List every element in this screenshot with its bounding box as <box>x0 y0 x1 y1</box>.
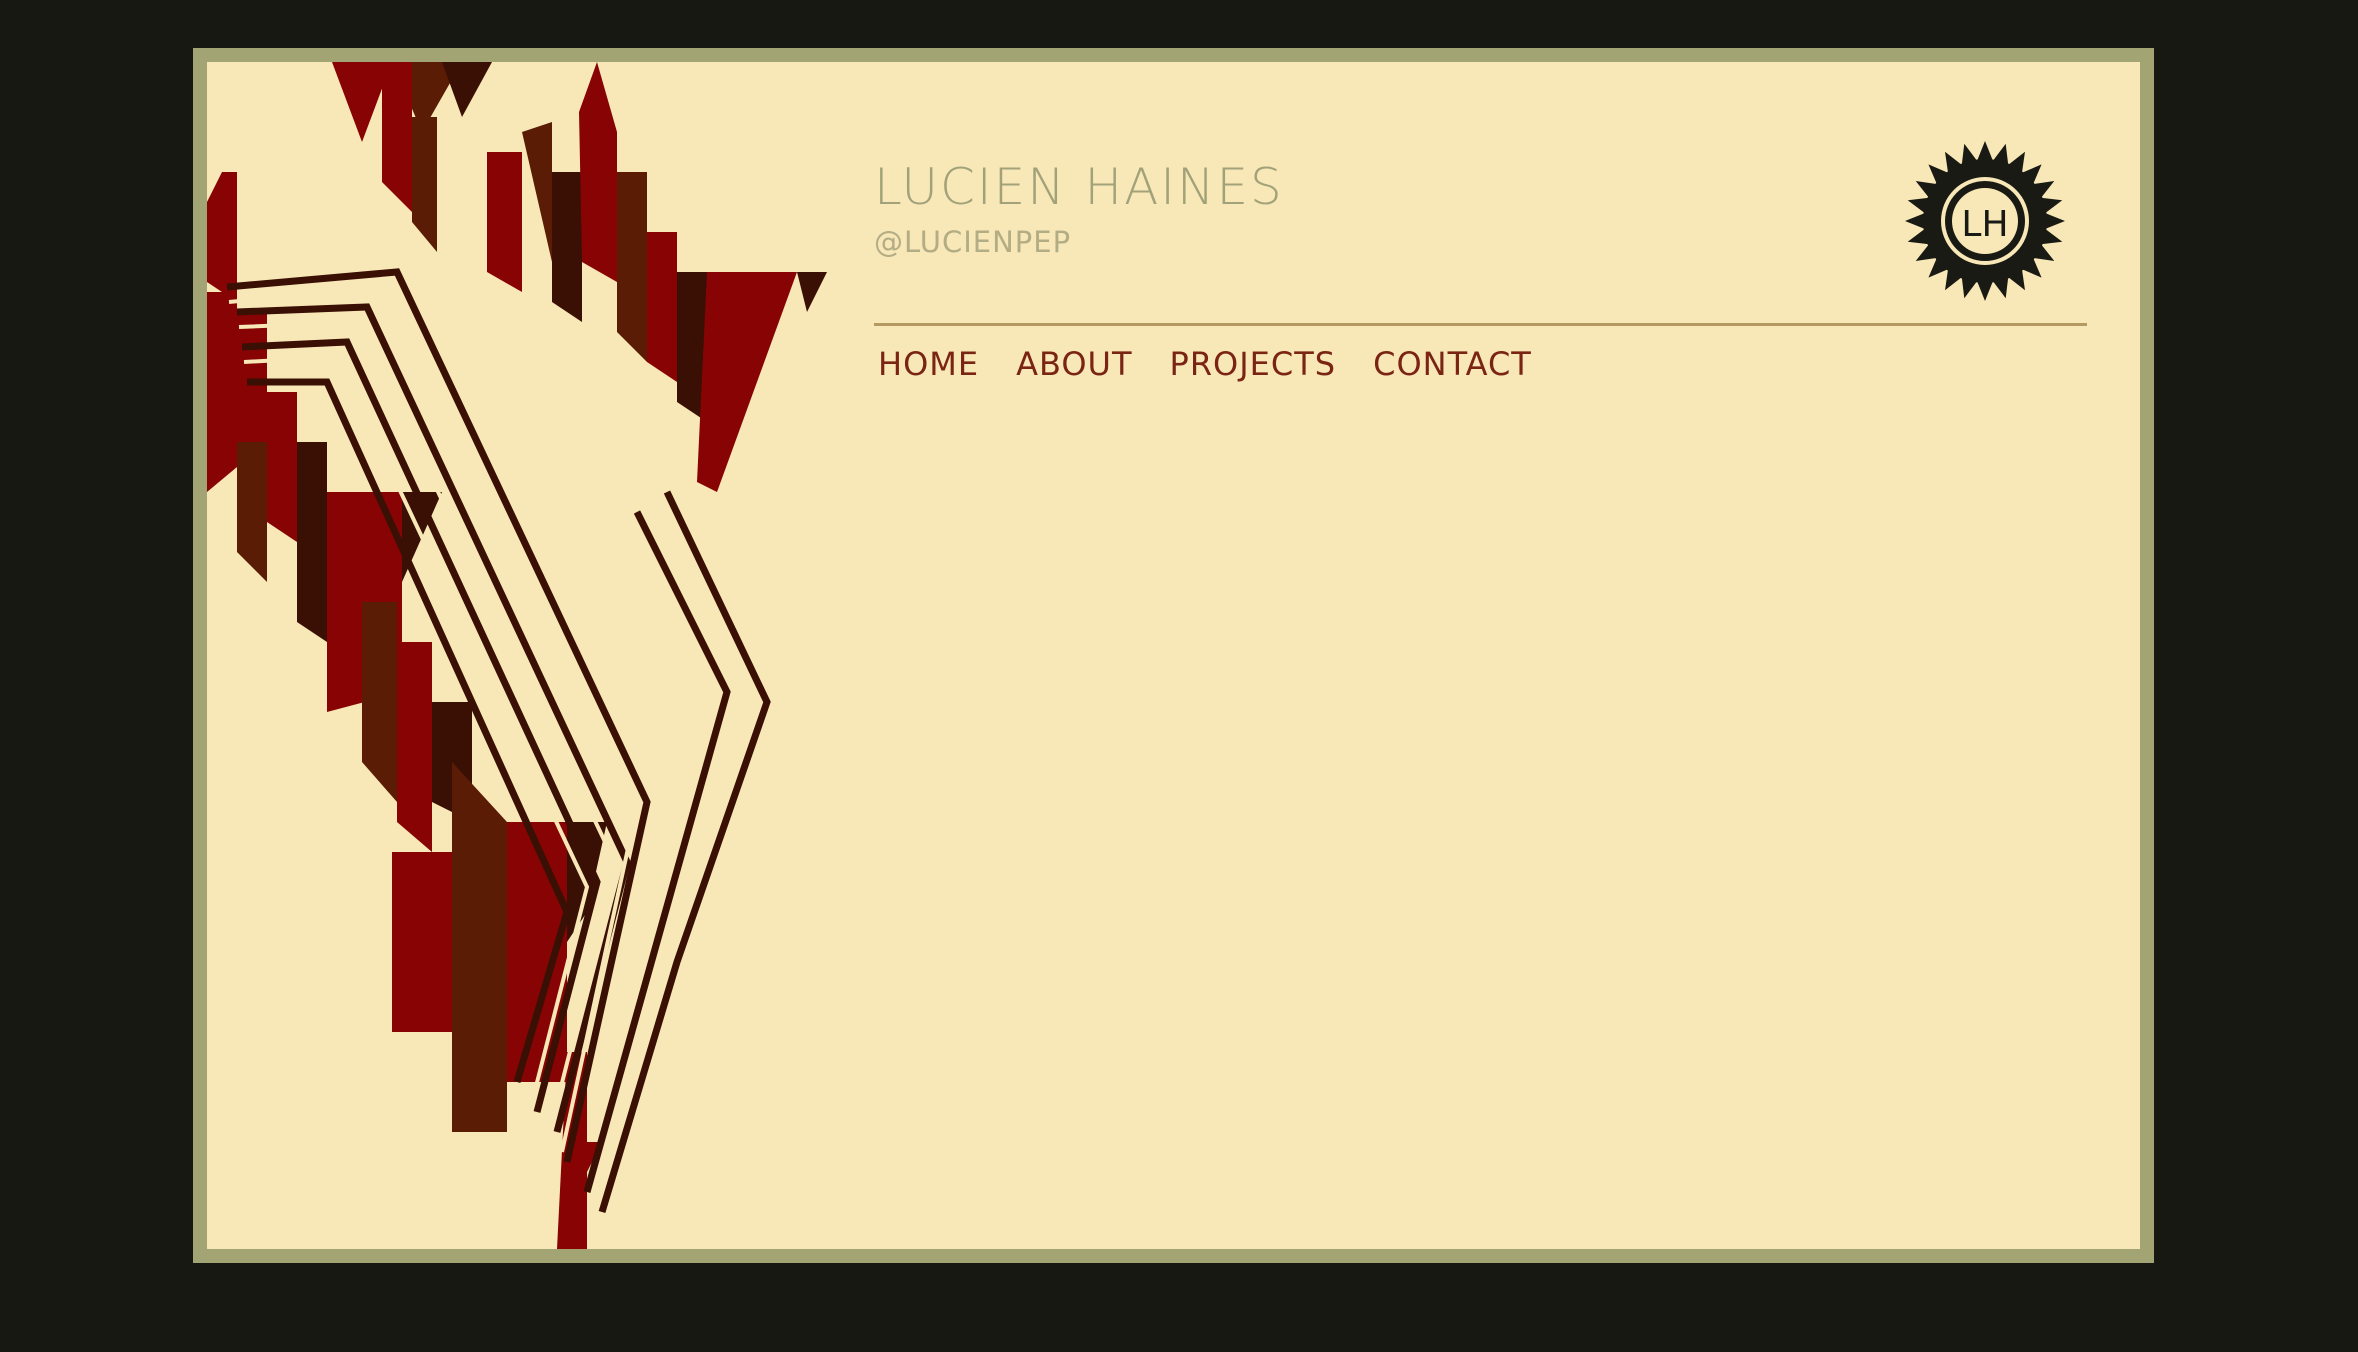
nav-projects[interactable]: PROJECTS <box>1170 344 1337 384</box>
header-divider <box>874 323 2087 326</box>
nav-about[interactable]: ABOUT <box>1016 344 1132 384</box>
main-nav: HOME ABOUT PROJECTS CONTACT <box>878 344 1532 384</box>
nav-home[interactable]: HOME <box>878 344 979 384</box>
page-frame: LUCIEN HAINES @LUCIENPEP LH HOME ABOUT P… <box>193 48 2154 1263</box>
logo-monogram-text: LH <box>1961 204 2008 245</box>
geometric-art-decoration <box>207 62 827 1249</box>
content-panel: LUCIEN HAINES @LUCIENPEP LH HOME ABOUT P… <box>207 62 2140 1249</box>
lh-monogram-rosette-icon[interactable]: LH <box>1905 141 2065 301</box>
nav-contact[interactable]: CONTACT <box>1373 344 1532 384</box>
